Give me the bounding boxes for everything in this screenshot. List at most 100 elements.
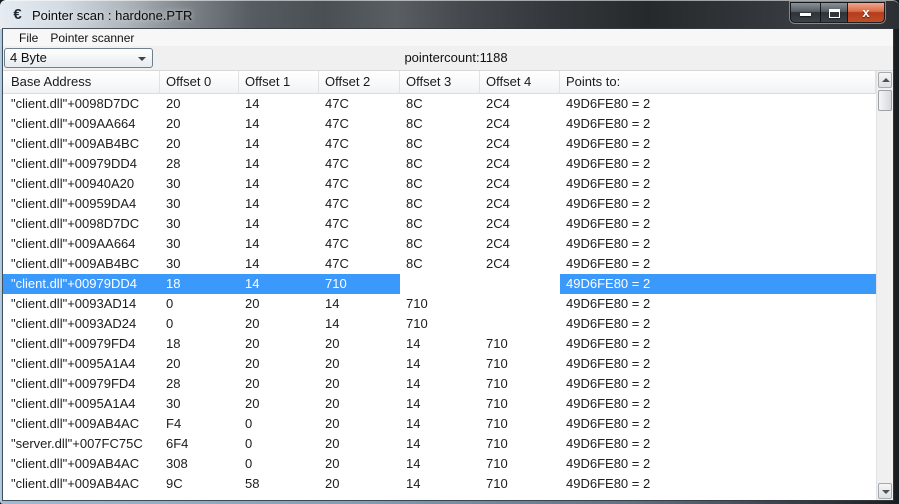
points-to-cell: 49D6FE80 = 2	[566, 296, 651, 311]
table-row[interactable]: "client.dll"+0098D7DC 20 14 47C 8C 2C4 49D6FE8…	[3, 94, 876, 114]
offset-4-cell: 710	[486, 376, 508, 391]
scrollbar-thumb[interactable]	[878, 90, 892, 111]
base-address-cell: "client.dll"+009AB4BC	[11, 136, 140, 151]
table-row[interactable]: "server.dll"+007FC75C 6F4 0 20 14 710 49D6FE80…	[3, 434, 876, 454]
column-header-base-address[interactable]: Base Address	[3, 71, 160, 94]
table-row[interactable]: "client.dll"+0098D7DC 30 14 47C 8C 2C4 49D6FE8…	[3, 214, 876, 234]
offset-2-cell: 47C	[325, 96, 349, 111]
base-address-cell: "client.dll"+0098D7DC	[11, 96, 140, 111]
offset-0-cell: 30	[166, 236, 181, 251]
window-controls: x	[790, 2, 885, 23]
offset-1-cell: 14	[245, 136, 260, 151]
offset-1-cell: 14	[245, 196, 260, 211]
table-row[interactable]: "client.dll"+00940A20 30 14 47C 8C 2C4 49D6FE8…	[3, 174, 876, 194]
offset-4-cell: 710	[486, 336, 508, 351]
title-bar[interactable]: € Pointer scan : hardone.PTR x	[0, 0, 899, 29]
column-header-points-to[interactable]: Points to:	[560, 71, 876, 94]
base-address-cell: "client.dll"+00979FD4	[11, 376, 136, 391]
points-to-cell: 49D6FE80 = 2	[566, 256, 651, 271]
offset-3-cell: 8C	[406, 196, 423, 211]
offset-1-cell: 14	[245, 216, 260, 231]
offset-1-cell: 0	[245, 416, 253, 431]
offset-4-cell: 2C4	[486, 156, 510, 171]
table-row[interactable]: "client.dll"+0093AD14 0 20 14 710 49D6FE80 = …	[3, 294, 876, 314]
offset-0-cell: 6F4	[166, 436, 189, 451]
offset-3-cell: 14	[406, 356, 421, 371]
offset-4-cell	[480, 294, 560, 314]
base-address-cell: "client.dll"+0095A1A4	[11, 396, 136, 411]
toolbar: 4 Byte pointercount:1188	[3, 46, 893, 70]
offset-0-cell: 308	[166, 456, 188, 471]
points-to-cell: 49D6FE80 = 2	[566, 156, 651, 171]
offset-2-cell: 14	[325, 296, 340, 311]
maximize-button[interactable]	[820, 2, 848, 23]
offset-0-cell: 30	[166, 256, 181, 271]
offset-2-cell: 14	[325, 316, 340, 331]
offset-2-cell: 20	[325, 356, 340, 371]
offset-0-cell: 18	[166, 336, 181, 351]
table-row[interactable]: "client.dll"+00959DA4 30 14 47C 8C 2C4 49D6FE8…	[3, 194, 876, 214]
table-row[interactable]: "client.dll"+009AB4AC F4 0 20 14 710 49D6FE80 …	[3, 414, 876, 434]
menu-file[interactable]: File	[13, 30, 44, 46]
offset-4-cell: 2C4	[486, 136, 510, 151]
table-row[interactable]: "client.dll"+009AB4BC 30 14 47C 8C 2C4 49D6FE8…	[3, 254, 876, 274]
base-address-cell: "client.dll"+0093AD24	[11, 316, 137, 331]
offset-1-cell: 20	[245, 376, 260, 391]
offset-3-cell: 14	[406, 396, 421, 411]
points-to-cell: 49D6FE80 = 2	[566, 336, 651, 351]
points-to-cell: 49D6FE80 = 2	[566, 476, 651, 491]
column-header-offset-4[interactable]: Offset 4	[480, 71, 560, 94]
scroll-up-button[interactable]	[878, 72, 892, 88]
points-to-cell: 49D6FE80 = 2	[566, 216, 651, 231]
base-address-cell: "client.dll"+00979DD4	[3, 274, 160, 294]
offset-4-cell: 2C4	[486, 176, 510, 191]
offset-1-cell: 20	[245, 316, 260, 331]
base-address-cell: "client.dll"+0095A1A4	[11, 356, 136, 371]
table-row[interactable]: "client.dll"+0095A1A4 30 20 20 14 710 49D6FE80…	[3, 394, 876, 414]
table-row[interactable]: "client.dll"+009AB4BC 20 14 47C 8C 2C4 49D6FE8…	[3, 134, 876, 154]
maximize-icon	[829, 9, 840, 18]
scroll-down-button[interactable]	[878, 483, 892, 499]
table-row[interactable]: "client.dll"+00979DD4 18 14 710 49D6FE80 = 2	[3, 274, 876, 294]
offset-0-cell: 0	[166, 316, 174, 331]
column-header-offset-3[interactable]: Offset 3	[400, 71, 480, 94]
points-to-cell: 49D6FE80 = 2	[566, 416, 651, 431]
offset-0-cell: 9C	[166, 476, 183, 491]
offset-4-cell: 2C4	[486, 116, 510, 131]
offset-4-cell: 710	[486, 416, 508, 431]
base-address-cell: "client.dll"+009AA664	[11, 116, 136, 131]
minimize-button[interactable]	[790, 2, 820, 23]
offset-4-cell	[480, 274, 560, 294]
offset-0-cell: 0	[166, 296, 174, 311]
arrow-down-icon	[882, 490, 890, 494]
offset-1-cell: 20	[245, 396, 260, 411]
menu-pointer-scanner[interactable]: Pointer scanner	[44, 30, 140, 46]
table-row[interactable]: "client.dll"+009AB4AC 308 0 20 14 710 49D6FE80…	[3, 454, 876, 474]
minimize-icon	[800, 13, 811, 16]
points-to-cell: 49D6FE80 = 2	[566, 436, 651, 451]
table-row[interactable]: "client.dll"+009AB4AC 9C 58 20 14 710 49D6FE80…	[3, 474, 876, 494]
base-address-cell: "client.dll"+009AB4AC	[11, 476, 140, 491]
points-to-cell: 49D6FE80 = 2	[566, 356, 651, 371]
base-address-cell: "client.dll"+009AB4BC	[11, 256, 140, 271]
column-header-offset-1[interactable]: Offset 1	[239, 71, 319, 94]
offset-2-cell: 47C	[325, 216, 349, 231]
offset-3-cell: 8C	[406, 136, 423, 151]
table-row[interactable]: "client.dll"+009AA664 20 14 47C 8C 2C4 49D6FE8…	[3, 114, 876, 134]
table-row[interactable]: "client.dll"+00979FD4 18 20 20 14 710 49D6FE80…	[3, 334, 876, 354]
vertical-scrollbar[interactable]	[876, 71, 893, 500]
offset-1-cell: 14	[239, 274, 319, 294]
offset-0-cell: 18	[160, 274, 239, 294]
close-button[interactable]: x	[848, 2, 885, 23]
offset-1-cell: 14	[245, 96, 260, 111]
base-address-cell: "client.dll"+009AB4AC	[11, 456, 140, 471]
table-row[interactable]: "client.dll"+00979FD4 28 20 20 14 710 49D6FE80…	[3, 374, 876, 394]
offset-1-cell: 14	[245, 116, 260, 131]
table-row[interactable]: "client.dll"+0093AD24 0 20 14 710 49D6FE80 = …	[3, 314, 876, 334]
table-row[interactable]: "client.dll"+00979DD4 28 14 47C 8C 2C4 49D6FE8…	[3, 154, 876, 174]
column-header-offset-2[interactable]: Offset 2	[319, 71, 400, 94]
list-header: Base Address Offset 0 Offset 1 Offset 2 Offs…	[3, 71, 876, 94]
table-row[interactable]: "client.dll"+009AA664 30 14 47C 8C 2C4 49D6FE8…	[3, 234, 876, 254]
column-header-offset-0[interactable]: Offset 0	[160, 71, 239, 94]
table-row[interactable]: "client.dll"+0095A1A4 20 20 20 14 710 49D6FE80…	[3, 354, 876, 374]
